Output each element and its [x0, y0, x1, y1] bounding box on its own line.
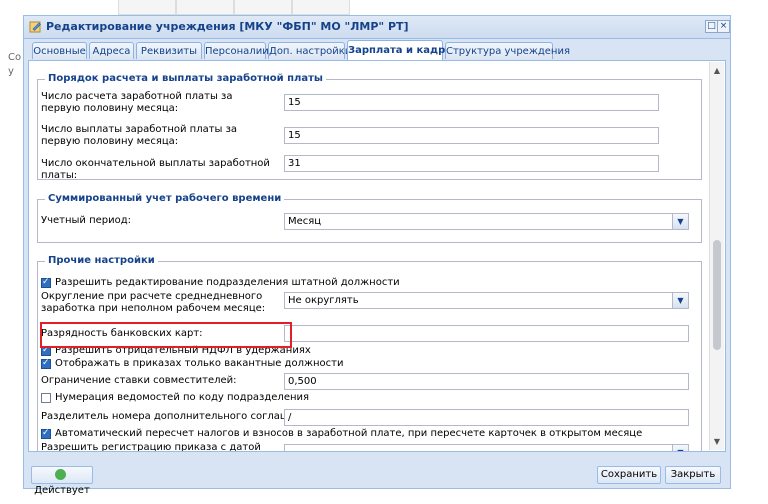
scroll-down-icon[interactable]: ▼	[712, 437, 722, 447]
salary-calc-first-half-label: Число расчета заработной платы за первую…	[41, 91, 233, 114]
allow-edit-checkbox[interactable]	[41, 277, 51, 288]
tab-bar: Основные Адреса Реквизиты Персоналии Доп…	[28, 40, 726, 60]
salary-fieldset: Порядок расчета и выплаты заработной пла…	[37, 73, 702, 181]
status-button-label: Действует	[34, 485, 90, 496]
background-text: Co	[8, 52, 22, 63]
rounding-label: Округление при расчете среднедневного за…	[41, 291, 266, 314]
numbering-checkbox[interactable]	[41, 393, 51, 403]
salary-calc-first-half-input[interactable]: 15	[284, 94, 659, 111]
separator-label: Разделитель номера дополнительного согла…	[41, 411, 318, 422]
scrollbar-thumb[interactable]	[713, 240, 721, 350]
period-select[interactable]: Месяц ▼	[284, 213, 689, 230]
save-button[interactable]: Сохранить	[597, 466, 661, 484]
tab-institution-structure[interactable]: Структура учреждения	[445, 42, 570, 59]
allow-edit-label: Разрешить редактирование подразделения ш…	[55, 277, 400, 288]
worktime-legend: Суммированный учет рабочего времени	[45, 193, 285, 204]
salary-legend: Порядок расчета и выплаты заработной пла…	[45, 73, 326, 84]
window-footer: Действует Сохранить Закрыть	[24, 452, 730, 496]
bank-digits-input[interactable]	[284, 325, 689, 342]
rounding-select[interactable]: Не округлять ▼	[284, 292, 689, 309]
close-button[interactable]: Закрыть	[665, 466, 721, 484]
background-toolbar-button	[292, 0, 350, 15]
combo-limit-input[interactable]: 0,500	[284, 373, 689, 390]
chevron-down-icon[interactable]: ▼	[672, 445, 688, 451]
vacant-only-checkbox[interactable]	[41, 358, 51, 369]
combo-limit-label: Ограничение ставки совместителей:	[41, 375, 237, 386]
tab-personalities[interactable]: Персоналии	[204, 42, 269, 59]
close-icon[interactable]: ×	[717, 20, 730, 33]
rounding-select-value: Не округлять	[288, 295, 359, 306]
highlight-annotation-box	[40, 322, 292, 348]
allow-late-select[interactable]: ▼	[284, 444, 689, 451]
chevron-down-icon[interactable]: ▼	[672, 293, 688, 308]
separator-input[interactable]: /	[284, 409, 689, 426]
salary-pay-first-half-label: Число выплаты заработной платы за первую…	[41, 124, 238, 147]
background-toolbar-button	[234, 0, 292, 15]
numbering-label: Нумерация ведомостей по коду подразделен…	[55, 392, 310, 403]
vacant-only-label: Отображать в приказах только вакантные д…	[55, 358, 344, 369]
allow-late-label: Разрешить регистрацию приказа с датой со…	[41, 442, 261, 452]
auto-recalc-checkbox[interactable]	[41, 428, 51, 439]
period-select-value: Месяц	[288, 216, 322, 227]
tab-addresses[interactable]: Адреса	[89, 42, 134, 59]
tab-content-panel: Порядок расчета и выплаты заработной пла…	[28, 60, 726, 452]
period-label: Учетный период:	[41, 215, 132, 226]
background-text: у	[8, 66, 14, 77]
other-settings-fieldset: Прочие настройки Разрешить редактировани…	[37, 255, 702, 452]
window-titlebar[interactable]: Редактирование учреждения [МКУ "ФБП" МО …	[24, 16, 730, 39]
other-settings-legend: Прочие настройки	[45, 255, 158, 266]
window-title: Редактирование учреждения [МКУ "ФБП" МО …	[46, 20, 409, 33]
edit-institution-window: Редактирование учреждения [МКУ "ФБП" МО …	[23, 15, 731, 496]
status-button[interactable]: Действует	[31, 466, 93, 496]
tab-requisites[interactable]: Реквизиты	[136, 42, 202, 59]
worktime-fieldset: Суммированный учет рабочего времени Учет…	[37, 193, 702, 243]
vertical-scrollbar[interactable]: ▲ ▼	[709, 62, 724, 450]
background-toolbar-button	[118, 0, 176, 15]
status-active-icon	[55, 468, 66, 480]
chevron-down-icon[interactable]: ▼	[672, 214, 688, 229]
auto-recalc-label: Автоматический пересчет налогов и взносо…	[55, 428, 643, 439]
salary-pay-first-half-input[interactable]: 15	[284, 127, 659, 144]
tab-main[interactable]: Основные	[32, 42, 87, 59]
tab-salary-and-staff[interactable]: Зарплата и кадры	[347, 40, 454, 60]
edit-icon	[29, 21, 41, 33]
salary-final-pay-input[interactable]: 31	[284, 155, 659, 172]
scroll-up-icon[interactable]: ▲	[712, 66, 722, 76]
tab-extra-settings[interactable]: Доп. настройки	[268, 42, 351, 59]
background-toolbar-button	[176, 0, 234, 15]
salary-final-pay-label: Число окончательной выплаты заработной п…	[41, 158, 270, 181]
